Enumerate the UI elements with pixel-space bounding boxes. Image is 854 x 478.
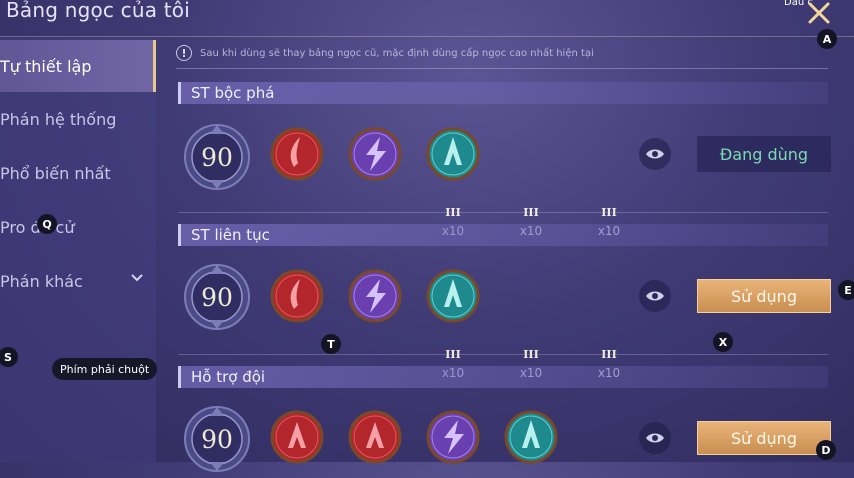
- sidebar-item-custom[interactable]: Tự thiết lập: [0, 40, 156, 92]
- header-divider: [0, 36, 854, 37]
- sidebar-item-pro[interactable]: Pro đề cử: [0, 201, 156, 253]
- close-button[interactable]: [804, 0, 834, 26]
- tower-icon: [270, 410, 324, 464]
- gem-slot[interactable]: [426, 269, 480, 323]
- gem-slot[interactable]: [426, 410, 480, 464]
- hotkey-badge-a: A: [817, 29, 837, 49]
- gem-slot[interactable]: [270, 127, 324, 181]
- gem-slot[interactable]: [270, 269, 324, 323]
- hotkey-badge-q: Q: [37, 214, 57, 234]
- level-badge: 90: [182, 404, 252, 474]
- set-name: ST bộc phá: [191, 84, 275, 102]
- level-badge: 90: [182, 262, 252, 332]
- close-icon: [808, 2, 830, 24]
- set-header: Hỗ trợ đội: [178, 366, 828, 388]
- set-header: ST liên tục: [178, 224, 828, 246]
- in-use-button[interactable]: Đang dùng: [697, 136, 831, 172]
- notice-bar: ! Sau khi dùng sẽ thay bảng ngọc cũ, mặc…: [176, 42, 824, 64]
- hotkey-badge-e: E: [838, 280, 854, 300]
- tower-icon: [348, 410, 402, 464]
- lightning-icon: [348, 269, 402, 323]
- eye-icon: [646, 149, 664, 159]
- right-click-hint: Phím phải chuột: [52, 358, 158, 380]
- blade-icon: [270, 269, 324, 323]
- preview-button[interactable]: [639, 138, 671, 170]
- sidebar-item-system[interactable]: Phán hệ thống: [0, 93, 156, 145]
- level-value: 90: [201, 424, 233, 454]
- eye-icon: [646, 433, 664, 443]
- hotkey-badge-x: X: [713, 332, 733, 352]
- tower-icon: [426, 127, 480, 181]
- sidebar-item-label: Phổ biến nhất: [0, 163, 111, 183]
- gem-slot[interactable]: [426, 127, 480, 181]
- eye-icon: [646, 291, 664, 301]
- sidebar-item-label: Phán hệ thống: [0, 109, 117, 129]
- sidebar-item-other[interactable]: Phán khác: [0, 255, 156, 307]
- level-value: 90: [201, 282, 233, 312]
- level-badge: 90: [182, 122, 252, 192]
- set-name: ST liên tục: [191, 226, 270, 244]
- lightning-icon: [348, 127, 402, 181]
- preview-button[interactable]: [639, 422, 671, 454]
- gem-slot[interactable]: [270, 410, 324, 464]
- sidebar: Tự thiết lập Phán hệ thống Phổ biến nhất…: [0, 38, 156, 462]
- page-title: Bảng ngọc của tôi: [6, 0, 190, 22]
- set-header: ST bộc phá: [178, 82, 828, 104]
- sidebar-item-label: Tự thiết lập: [0, 56, 92, 76]
- sidebar-item-label: Phán khác: [0, 271, 83, 291]
- gem-slot[interactable]: [348, 410, 402, 464]
- rune-page-list: ! Sau khi dùng sẽ thay bảng ngọc cũ, mặc…: [156, 38, 854, 472]
- set-name: Hỗ trợ đội: [191, 368, 266, 386]
- chevron-down-icon: [131, 274, 143, 282]
- tower-icon: [426, 269, 480, 323]
- gem-slot[interactable]: [504, 410, 558, 464]
- info-icon: !: [176, 45, 192, 61]
- hotkey-badge-d: D: [816, 440, 836, 460]
- use-button[interactable]: Sử dụng: [697, 421, 831, 455]
- hotkey-badge-t: T: [321, 334, 341, 354]
- level-value: 90: [201, 142, 233, 172]
- sidebar-item-popular[interactable]: Phổ biến nhất: [0, 147, 156, 199]
- blade-icon: [270, 127, 324, 181]
- section-divider: [178, 212, 828, 213]
- lightning-icon: [426, 410, 480, 464]
- gem-slot[interactable]: [348, 269, 402, 323]
- gem-slot[interactable]: [348, 127, 402, 181]
- tower-icon: [504, 410, 558, 464]
- notice-text: Sau khi dùng sẽ thay bảng ngọc cũ, mặc đ…: [200, 47, 594, 59]
- use-button[interactable]: Sử dụng: [697, 279, 831, 313]
- notice-divider: [176, 68, 828, 69]
- preview-button[interactable]: [639, 280, 671, 312]
- section-divider: [178, 354, 828, 355]
